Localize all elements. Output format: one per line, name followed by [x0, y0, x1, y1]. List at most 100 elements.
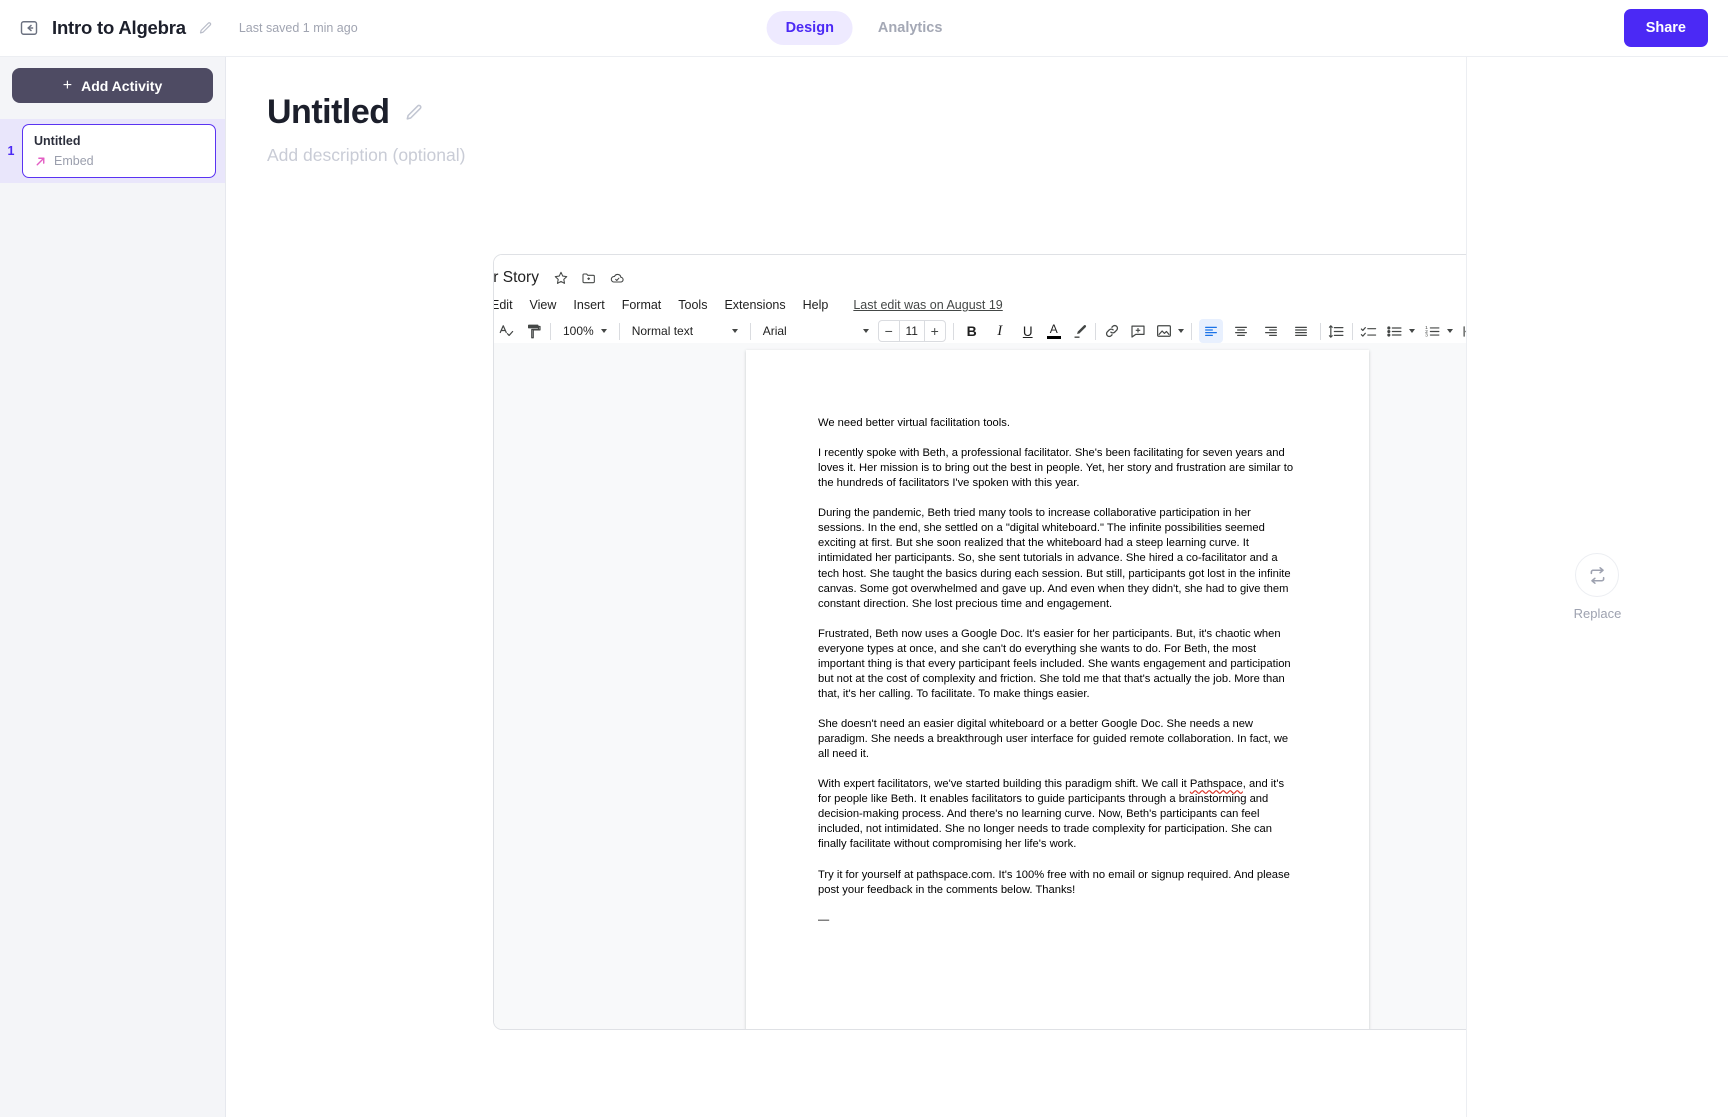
paragraph: We need better virtual facilitation tool… — [818, 417, 1010, 429]
align-justify-icon[interactable] — [1289, 319, 1313, 343]
main-content: Untitled Add description (optional) itat… — [226, 57, 1466, 1117]
docs-title-row: itator Story — [494, 263, 1466, 293]
italic-button[interactable]: I — [989, 319, 1011, 343]
sidebar: + Add Activity 1 Untitled Embed — [0, 57, 226, 1117]
page-title: Intro to Algebra — [52, 17, 186, 38]
activity-type: Embed — [34, 154, 204, 168]
plus-icon: + — [62, 76, 73, 94]
activity-title-row: Untitled — [267, 93, 1466, 132]
view-tabs: Design Analytics — [766, 11, 962, 45]
docs-page[interactable]: We need better virtual facilitation tool… — [746, 350, 1369, 1029]
spellcheck-icon[interactable] — [498, 319, 516, 343]
embed-arrow-icon — [34, 155, 47, 168]
decrease-indent-icon[interactable] — [1462, 319, 1466, 343]
top-bar-left: Intro to Algebra Last saved 1 min ago — [0, 17, 358, 39]
underline-button[interactable]: U — [1017, 319, 1039, 343]
font-size-value[interactable]: 11 — [898, 321, 925, 341]
chevron-down-icon — [600, 329, 607, 333]
top-bar-right: Share — [1623, 9, 1728, 47]
insert-image-icon[interactable] — [1155, 319, 1173, 343]
docs-header: itator Story — [494, 255, 1466, 345]
paragraph: I recently spoke with Beth, a profession… — [818, 447, 1294, 490]
docs-menu-row: Edit View Insert Format Tools Extensions… — [494, 293, 1466, 317]
align-left-icon[interactable] — [1198, 319, 1223, 343]
replace-panel: Replace — [1466, 57, 1728, 1117]
insert-link-icon[interactable] — [1103, 319, 1121, 343]
decrease-font-size-button[interactable]: − — [879, 321, 899, 341]
menu-insert[interactable]: Insert — [573, 298, 604, 312]
replace-label: Replace — [1573, 606, 1622, 621]
toolbar-divider — [1190, 322, 1192, 340]
docs-canvas: We need better virtual facilitation tool… — [494, 343, 1466, 1029]
activity-number: 1 — [7, 144, 15, 158]
paragraph: Frustrated, Beth now uses a Google Doc. … — [818, 627, 1291, 700]
google-docs-embed[interactable]: itator Story — [493, 254, 1466, 1030]
docs-document-title[interactable]: itator Story — [494, 269, 539, 287]
paragraph: Try it for yourself at pathspace.com. It… — [818, 868, 1290, 896]
main-header: Untitled Add description (optional) — [226, 57, 1466, 166]
activity-title: Untitled — [267, 93, 390, 131]
title-edit-pencil-icon[interactable] — [198, 21, 213, 36]
menu-edit[interactable]: Edit — [494, 298, 513, 312]
activity-type-label: Embed — [54, 154, 94, 168]
bold-button[interactable]: B — [961, 319, 983, 343]
app-root: Intro to Algebra Last saved 1 min ago De… — [0, 0, 1728, 1117]
numbered-list-icon[interactable]: 1 2 3 — [1424, 319, 1441, 343]
paragraph: She doesn't need an easier digital white… — [818, 718, 1289, 761]
app-body: + Add Activity 1 Untitled Embed Untitled… — [0, 57, 1728, 1117]
menu-view[interactable]: View — [530, 298, 557, 312]
replace-button[interactable]: Replace — [1573, 553, 1622, 621]
toolbar-divider — [618, 322, 620, 340]
paint-format-icon[interactable] — [525, 319, 543, 343]
add-comment-icon[interactable] — [1129, 319, 1147, 343]
font-selector[interactable]: Arial — [758, 321, 874, 341]
toolbar-divider — [550, 322, 551, 340]
star-icon[interactable] — [553, 270, 569, 286]
move-to-folder-icon[interactable] — [581, 270, 597, 286]
paragraph-style-selector[interactable]: Normal text — [627, 321, 743, 341]
chevron-down-icon[interactable] — [1446, 329, 1453, 333]
chevron-down-icon[interactable] — [1408, 329, 1415, 333]
font-size-stepper[interactable]: − 11 + — [877, 320, 946, 342]
svg-text:3: 3 — [1425, 332, 1428, 338]
add-activity-button[interactable]: + Add Activity — [12, 68, 213, 103]
chevron-down-icon[interactable] — [1177, 329, 1184, 333]
tab-design[interactable]: Design — [766, 11, 853, 45]
tab-analytics[interactable]: Analytics — [859, 11, 961, 45]
increase-font-size-button[interactable]: + — [925, 321, 945, 341]
toolbar-divider — [1319, 322, 1321, 340]
activity-name: Untitled — [34, 134, 81, 148]
zoom-value: 100% — [563, 324, 594, 338]
align-center-icon[interactable] — [1229, 319, 1253, 343]
cloud-saved-icon[interactable] — [609, 270, 625, 286]
checklist-icon[interactable] — [1360, 319, 1377, 343]
menu-tools[interactable]: Tools — [678, 298, 707, 312]
menu-format[interactable]: Format — [622, 298, 662, 312]
toolbar-divider — [952, 322, 954, 340]
align-right-icon[interactable] — [1259, 319, 1283, 343]
toolbar-divider — [1351, 322, 1353, 340]
activity-title-edit-pencil-icon[interactable] — [404, 103, 424, 123]
last-edit-link[interactable]: Last edit was on August 19 — [853, 298, 1002, 312]
activity-card[interactable]: Untitled Embed — [22, 124, 216, 178]
docs-menu-bar: Edit View Insert Format Tools Extensions… — [494, 298, 829, 312]
collapse-panel-icon[interactable] — [18, 17, 40, 39]
activity-description-input[interactable]: Add description (optional) — [267, 145, 1466, 166]
highlight-pen-icon[interactable] — [1071, 319, 1088, 343]
document-body[interactable]: We need better virtual facilitation tool… — [746, 350, 1369, 928]
add-activity-label: Add Activity — [81, 77, 163, 94]
bulleted-list-icon[interactable] — [1386, 319, 1403, 343]
paragraph-style-value: Normal text — [631, 324, 694, 338]
sidebar-activity-item-1[interactable]: 1 Untitled Embed — [0, 119, 225, 183]
top-bar: Intro to Algebra Last saved 1 min ago De… — [0, 0, 1728, 57]
toolbar-divider — [1094, 322, 1096, 340]
font-value: Arial — [762, 324, 787, 338]
zoom-selector[interactable]: 100% — [558, 321, 612, 341]
line-spacing-icon[interactable] — [1328, 319, 1345, 343]
text-color-icon[interactable]: A — [1046, 319, 1061, 343]
share-button[interactable]: Share — [1623, 9, 1708, 47]
menu-extensions[interactable]: Extensions — [724, 298, 785, 312]
paragraph: During the pandemic, Beth tried many too… — [818, 507, 1291, 610]
menu-help[interactable]: Help — [803, 298, 829, 312]
docs-toolbar: 100% Normal text Arial − 11 + B I U A 1 … — [494, 317, 1466, 345]
